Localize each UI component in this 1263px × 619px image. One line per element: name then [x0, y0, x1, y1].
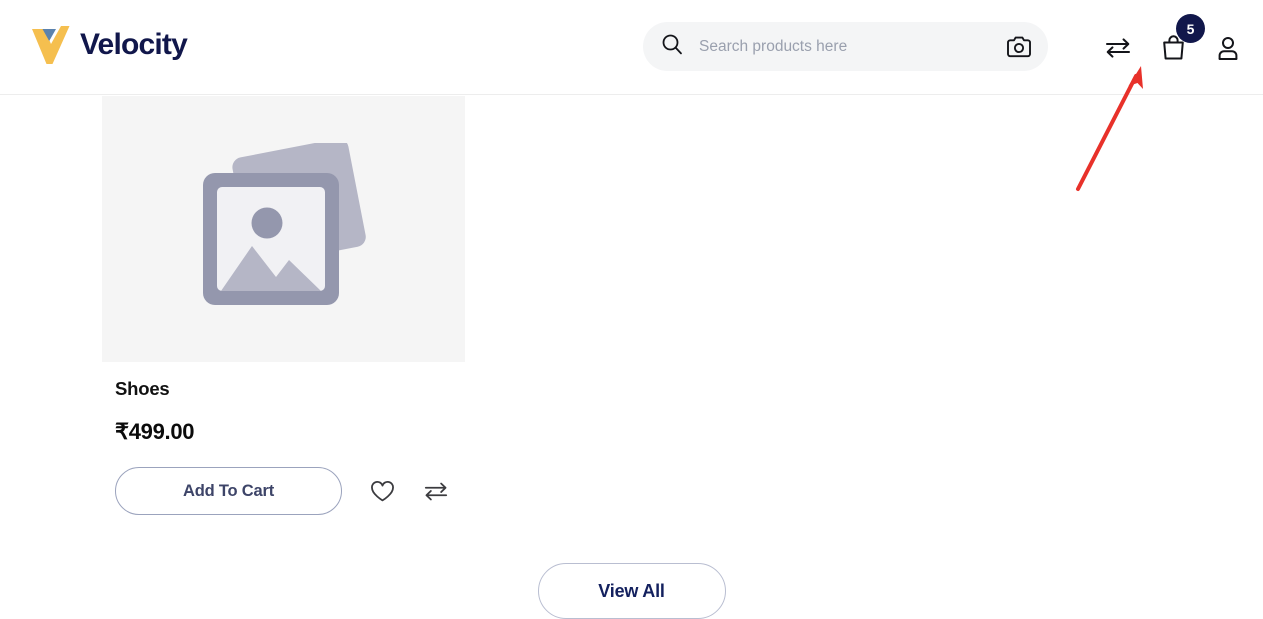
header-actions: 5	[1104, 0, 1241, 95]
heart-icon	[370, 480, 395, 506]
camera-search-button[interactable]	[1006, 36, 1032, 58]
image-placeholder-icon	[190, 138, 378, 316]
product-image[interactable]	[102, 96, 465, 362]
product-title: Shoes	[115, 378, 170, 399]
products-area: Shoes ₹499.00 Add To Cart View All	[0, 96, 1263, 619]
camera-icon	[1006, 36, 1032, 61]
compare-arrows-icon	[423, 482, 449, 506]
wishlist-button[interactable]	[370, 480, 395, 503]
account-button[interactable]	[1215, 35, 1241, 61]
search-icon	[661, 33, 683, 60]
add-to-cart-button[interactable]: Add To Cart	[115, 467, 342, 515]
shopping-bag-icon	[1160, 35, 1187, 64]
product-actions: Add To Cart	[102, 467, 465, 515]
product-compare-button[interactable]	[423, 480, 449, 503]
brand-logo[interactable]: Velocity	[30, 24, 188, 66]
velocity-check-logo-icon	[30, 24, 70, 66]
search-bar[interactable]	[643, 22, 1048, 71]
product-card: Shoes ₹499.00 Add To Cart	[102, 96, 465, 515]
view-all-container: View All	[0, 563, 1263, 619]
brand-name: Velocity	[80, 28, 188, 61]
compare-button[interactable]	[1104, 36, 1132, 60]
view-all-button[interactable]: View All	[537, 563, 726, 619]
search-input[interactable]	[699, 37, 1006, 56]
user-account-icon	[1215, 36, 1241, 64]
cart-count-badge: 5	[1176, 14, 1205, 43]
compare-arrows-icon	[1104, 37, 1132, 63]
product-price: ₹499.00	[115, 419, 195, 444]
cart-button[interactable]: 5	[1160, 14, 1205, 64]
site-header: Velocity Search products here 5	[0, 0, 1263, 95]
